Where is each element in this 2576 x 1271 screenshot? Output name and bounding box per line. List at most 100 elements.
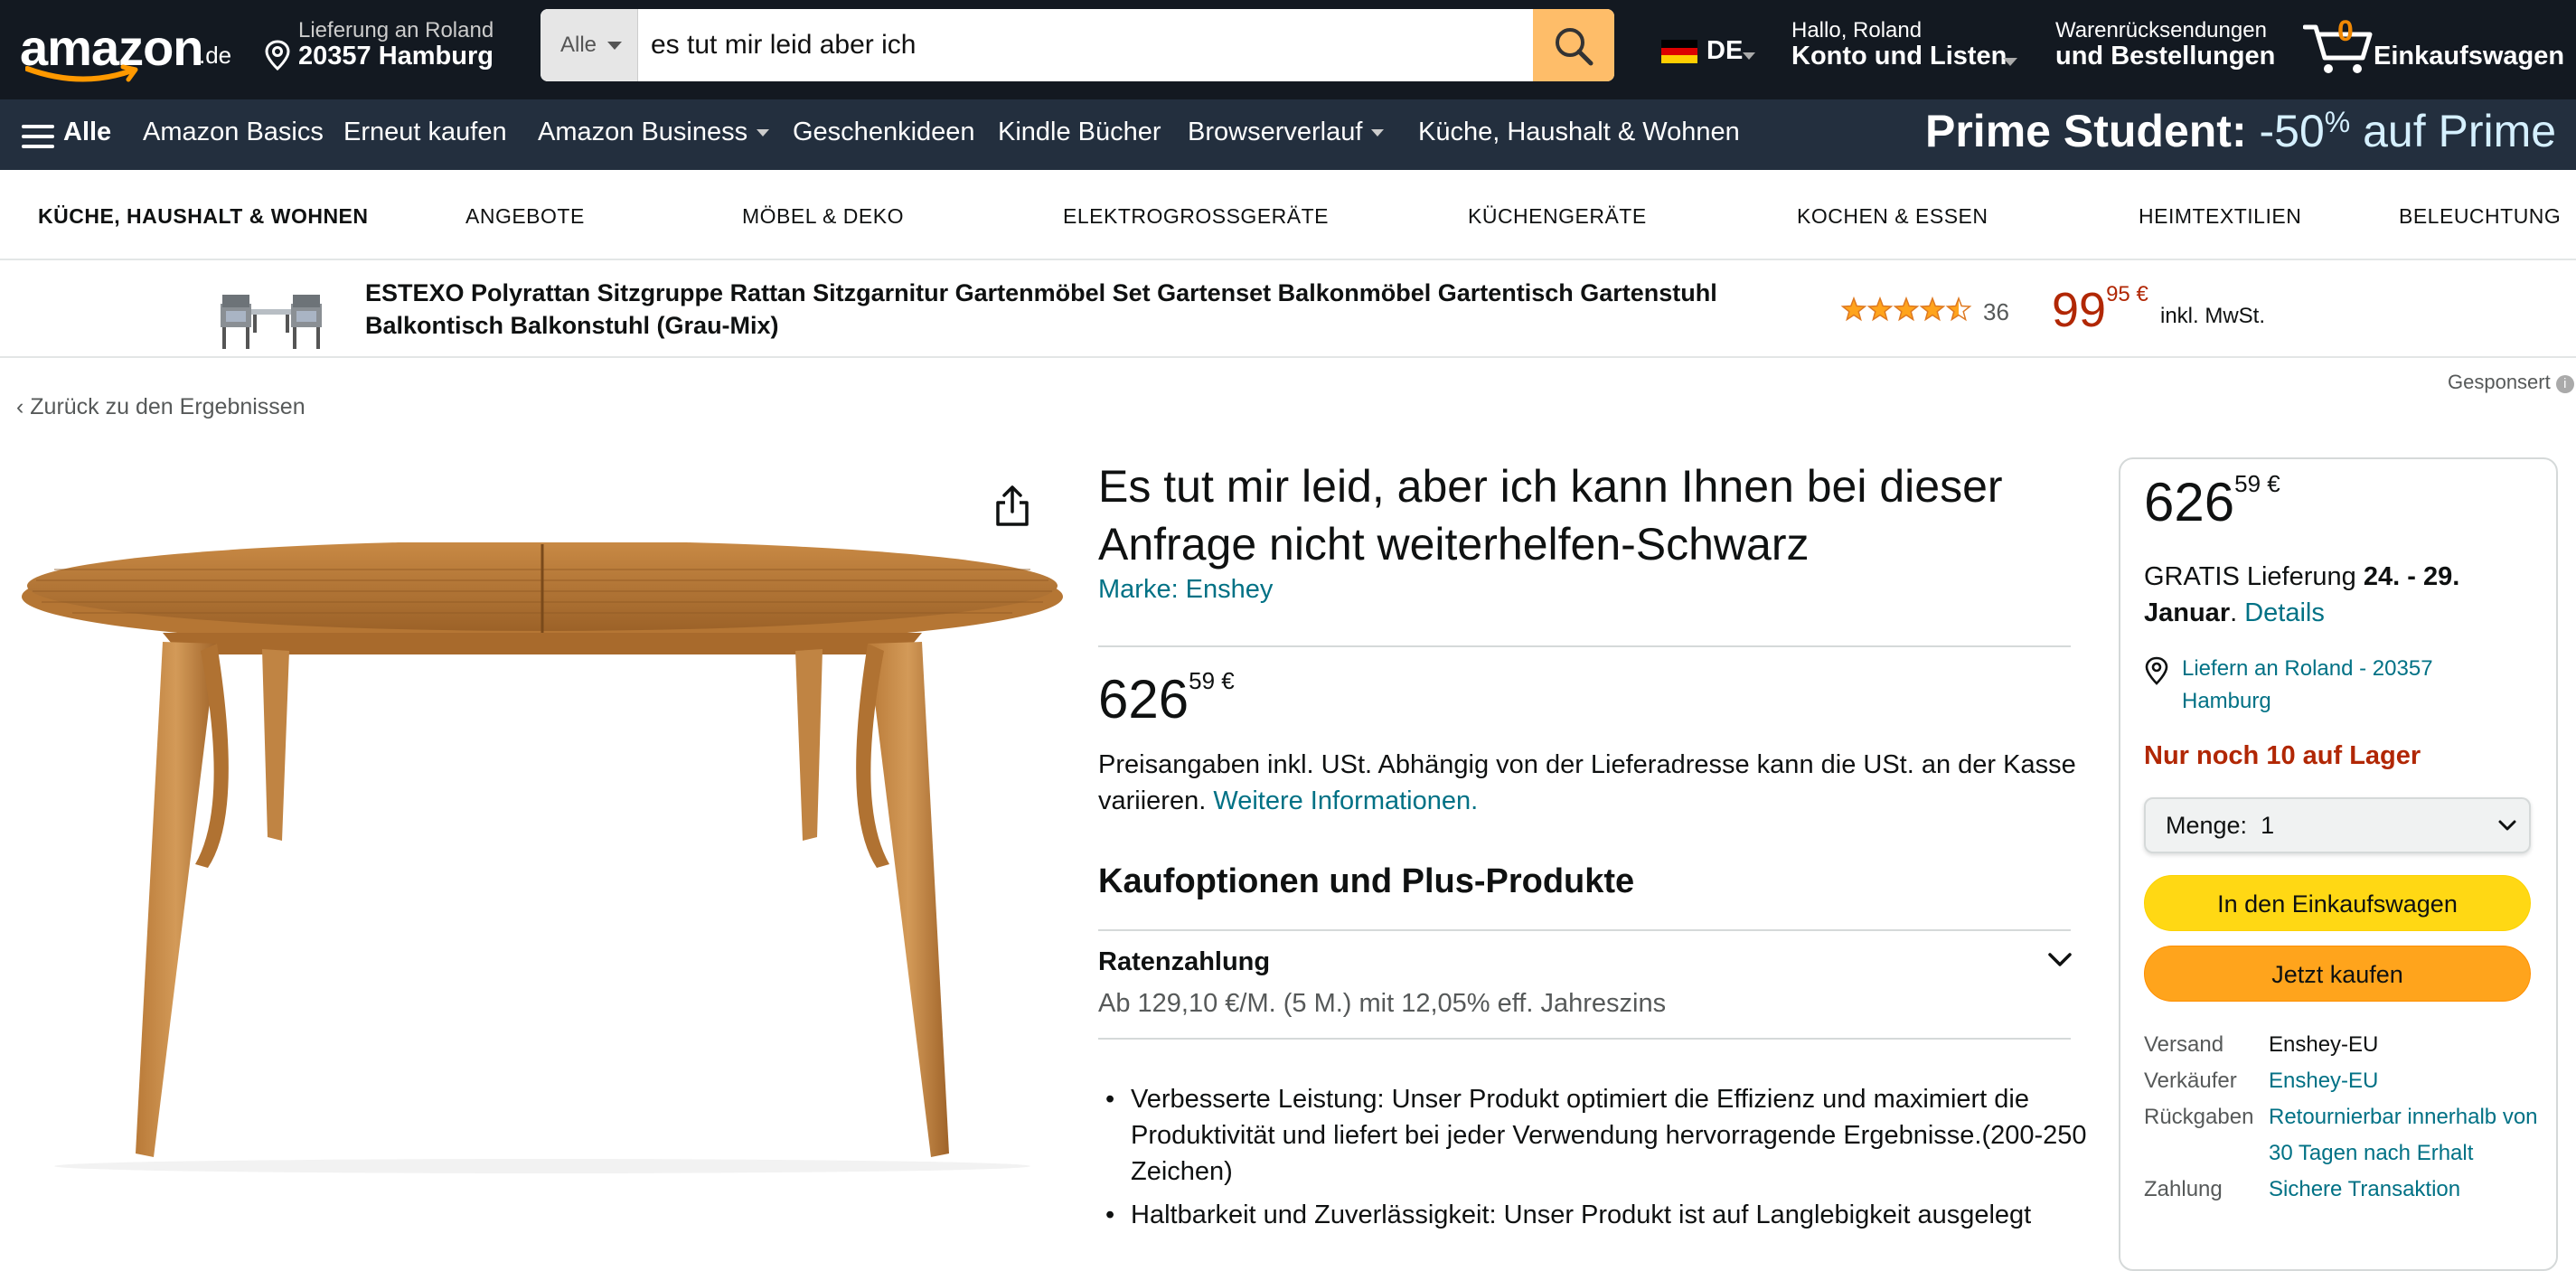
buybox-location-text: Liefern an Roland - 20357 Hamburg [2182,656,2433,713]
language-code: DE [1706,36,1744,65]
category-link-kochen-essen[interactable]: KOCHEN & ESSEN [1797,204,1988,229]
category-link-kuechengeraete[interactable]: KÜCHENGERÄTE [1468,204,1647,229]
star-icon [1866,297,1894,322]
account-label: Konto und Listen [1791,42,2007,71]
payment-link[interactable]: Sichere Transaktion [2269,1172,2540,1208]
star-rating-icon [1840,297,1972,322]
feature-bullet: Verbesserte Leistung: Unser Produkt opti… [1098,1081,2092,1190]
add-to-cart-button[interactable]: In den Einkaufswagen [2144,875,2531,931]
tax-info-link[interactable]: Weitere Informationen. [1213,786,1478,815]
back-to-results-link[interactable]: ‹ Zurück zu den Ergebnissen [16,394,306,420]
product-price: 62659 € [1098,667,1235,730]
category-subnav: KÜCHE, HAUSHALT & WOHNEN ANGEBOTE MÖBEL … [0,170,2576,260]
feature-bullet: Haltbarkeit und Zuverlässigkeit: Unser P… [1098,1197,2092,1233]
brand-link[interactable]: Marke: Enshey [1098,575,1273,605]
nav-item-amazon-basics[interactable]: Amazon Basics [143,118,324,147]
sponsored-rating-count[interactable]: 36 [1983,298,2009,326]
nav-item-label: Amazon Business [538,118,748,146]
seller-link[interactable]: Enshey-EU [2269,1063,2540,1099]
delivery-line1: Lieferung an Roland [298,18,494,42]
detail-value: Enshey-EU [2269,1032,2379,1057]
product-image[interactable] [18,542,1067,1175]
nav-item-kueche-haushalt[interactable]: Küche, Haushalt & Wohnen [1418,118,1740,147]
sponsored-tax-note: inkl. MwSt. [2160,304,2266,328]
category-link-angebote[interactable]: ANGEBOTE [465,204,585,229]
promo-bold: Prime Student: [1925,106,2247,156]
share-icon[interactable] [992,485,1032,528]
caret-down-icon [1743,52,1755,60]
sponsored-product-thumbnail[interactable] [217,268,325,354]
star-icon [1919,297,1946,322]
category-link-elektrogrossgeraete[interactable]: ELEKTROGROSSGERÄTE [1063,204,1329,229]
star-icon [1893,297,1920,322]
divider [1098,1038,2071,1040]
nav-item-erneut-kaufen[interactable]: Erneut kaufen [343,118,507,147]
installment-text: Ab 129,10 €/M. (5 M.) mit 12,05% eff. Ja… [1098,989,1667,1018]
sponsored-label-text: Gesponsert [2448,371,2551,393]
price-fraction: 95 € [2106,282,2148,306]
nav-item-geschenkideen[interactable]: Geschenkideen [793,118,975,147]
delivery-location[interactable]: Lieferung an Roland 20357 Hamburg [262,16,524,76]
price-fraction: 59 € [1189,667,1235,694]
nav-item-label: Browserverlauf [1188,118,1363,146]
location-pin-icon [265,40,290,71]
detail-key: Zahlung [2144,1177,2223,1201]
search-input[interactable] [638,9,1542,81]
sponsored-label[interactable]: Gesponsert i [2448,371,2574,394]
sponsored-product-title[interactable]: ESTEXO Polyrattan Sitzgruppe Rattan Sitz… [365,277,1829,342]
caret-down-icon [1371,129,1385,137]
returns-link[interactable]: Retournierbar innerhalb von 30 Tagen nac… [2269,1099,2540,1172]
search-icon [1556,28,1594,66]
nav-item-browserverlauf[interactable]: Browserverlauf [1188,118,1385,147]
account-and-lists[interactable]: Hallo, Roland Konto und Listen [1791,16,2035,76]
purchase-options-heading: Kaufoptionen und Plus-Produkte [1098,862,1635,900]
caret-down-icon [2003,58,2017,66]
search-bar: Alle [541,9,1614,81]
buybox-detail-shipping: Versand Enshey-EU [2144,1027,2542,1063]
tax-info: Preisangaben inkl. USt. Abhängig von der… [1098,747,2092,819]
prime-student-promo[interactable]: Prime Student: -50% auf Prime [1925,105,2556,165]
category-link-beleuchtung[interactable]: BELEUCHTUNG [2399,204,2561,229]
delivery-line2: 20357 Hamburg [298,42,494,71]
nav-item-kindle-buecher[interactable]: Kindle Bücher [998,118,1161,147]
price-whole: 626 [2144,472,2235,532]
returns-and-orders[interactable]: Warenrücksendungen und Bestellungen [2055,16,2281,76]
chevron-down-icon[interactable] [2046,949,2073,971]
amazon-logo[interactable]: amazon .de [18,16,235,82]
location-pin-icon [2145,656,2168,685]
detail-key: Versand [2144,1032,2224,1057]
caret-down-icon [757,129,770,137]
buybox-detail-returns: Rückgaben Retournierbar innerhalb von 30… [2144,1099,2542,1172]
buy-now-button[interactable]: Jetzt kaufen [2144,946,2531,1002]
divider [1098,929,2071,931]
price-fraction: 59 € [2234,470,2280,497]
delivery-prefix: GRATIS Lieferung [2144,562,2356,591]
buybox-detail-payment: Zahlung Sichere Transaktion [2144,1172,2542,1208]
sponsored-product-banner[interactable]: ESTEXO Polyrattan Sitzgruppe Rattan Sitz… [0,262,2576,358]
category-link-kueche[interactable]: KÜCHE, HAUSHALT & WOHNEN [38,204,369,229]
account-greeting: Hallo, Roland [1791,18,1923,42]
buybox-delivery: GRATIS Lieferung 24. - 29. Januar. Detai… [2144,562,2460,627]
category-link-moebel-deko[interactable]: MÖBEL & DEKO [742,204,904,229]
feature-bullets: Verbesserte Leistung: Unser Produkt opti… [1098,1081,2092,1240]
quantity-dropdown[interactable]: Menge: 1 [2144,797,2531,853]
detail-key: Verkäufer [2144,1069,2237,1093]
search-category-dropdown[interactable]: Alle [541,9,638,81]
stock-status: Nur noch 10 auf Lager [2144,741,2421,770]
price-whole: 99 [2052,283,2107,337]
logo-tld: .de [199,42,232,69]
category-link-heimtextilien[interactable]: HEIMTEXTILIEN [2139,204,2301,229]
info-icon: i [2555,375,2574,393]
delivery-details-link[interactable]: Details [2244,598,2325,627]
price-whole: 626 [1098,669,1189,730]
language-selector[interactable]: DE [1659,33,1759,69]
nav-item-amazon-business[interactable]: Amazon Business [538,118,770,147]
sponsored-price: 9995 € [2052,282,2148,338]
cart-button[interactable]: 0 Einkaufswagen [2301,9,2564,81]
installment-heading[interactable]: Ratenzahlung [1098,947,1270,977]
buybox-location[interactable]: Liefern an Roland - 20357 Hamburg [2144,653,2542,725]
divider [1098,645,2071,647]
search-button[interactable] [1533,9,1614,81]
star-icon [1840,297,1867,322]
chevron-down-icon [2498,820,2516,831]
